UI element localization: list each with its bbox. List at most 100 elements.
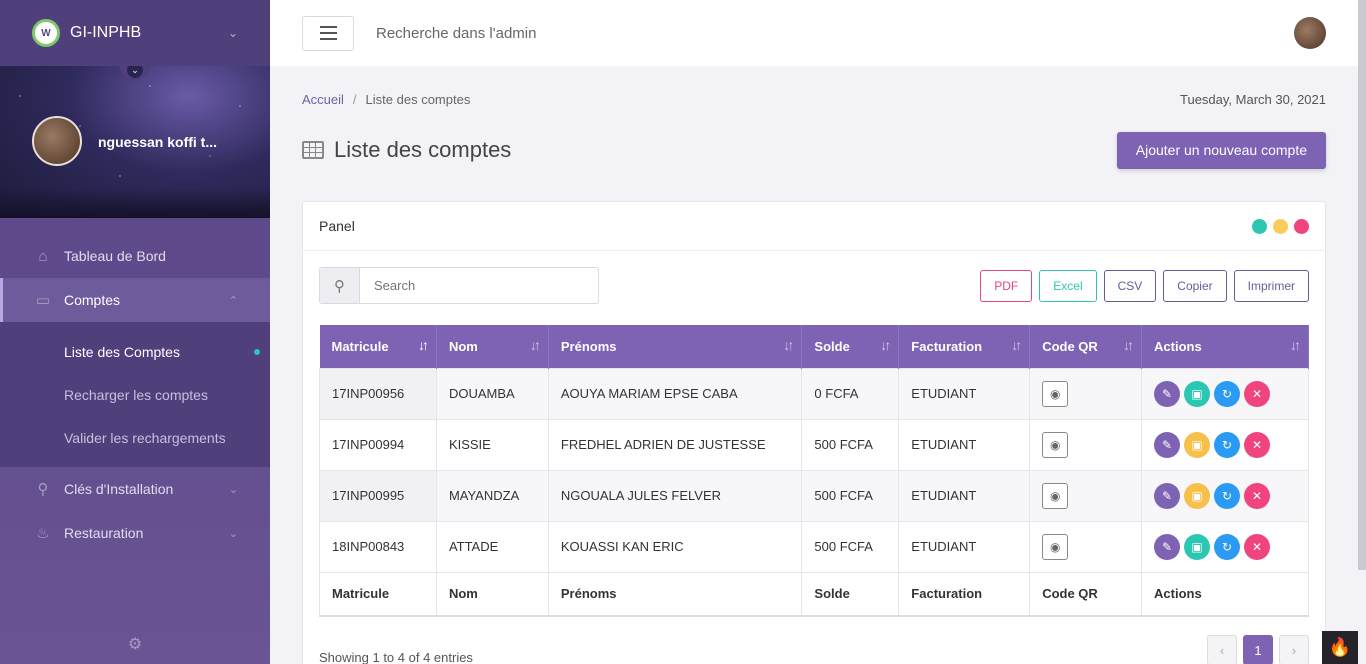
sidebar-item-label: Tableau de Bord (64, 248, 166, 264)
eye-icon[interactable]: ◉ (1042, 533, 1069, 560)
breadcrumb-home-link[interactable]: Accueil (302, 92, 344, 107)
refresh-icon[interactable]: ↻ (1214, 482, 1241, 509)
brand-header[interactable]: W GI-INPHB ⌄ (0, 0, 270, 66)
refresh-icon[interactable]: ↻ (1214, 533, 1241, 560)
panel-dot-teal[interactable] (1252, 218, 1267, 234)
admin-search[interactable]: Recherche dans l'admin (376, 25, 536, 42)
cell-facturation: ETUDIANT (898, 418, 1031, 471)
column-footer: Matricule (319, 571, 437, 617)
delete-icon[interactable]: ✕ (1244, 431, 1271, 458)
eye-icon[interactable]: ◉ (1042, 482, 1069, 509)
delete-icon[interactable]: ✕ (1244, 380, 1271, 407)
sidebar-item-label: Clés d'Installation (64, 481, 174, 497)
column-header[interactable]: Solde ↓↑ (801, 325, 900, 368)
imprimer-export-button[interactable]: Imprimer (1233, 269, 1309, 302)
sidebar-subitem-label: Recharger les comptes (64, 386, 208, 403)
pagination-prev-button[interactable]: ‹ (1207, 635, 1237, 664)
brand-name: GI-INPHB (70, 24, 142, 41)
cell-solde: 500 FCFA (801, 418, 900, 471)
refresh-icon[interactable]: ↻ (1214, 431, 1241, 458)
avatar[interactable] (32, 116, 82, 166)
unlock-icon[interactable]: ▣ (1184, 533, 1211, 560)
pagination-next-button[interactable]: › (1279, 635, 1309, 664)
menu-toggle-button[interactable] (302, 15, 354, 51)
panel-dot-pink[interactable] (1294, 218, 1309, 234)
sidebar-item-label: Restauration (64, 525, 144, 541)
sidebar-subitem-liste-des-comptes[interactable]: Liste des Comptes (0, 330, 270, 373)
pdf-export-button[interactable]: PDF (980, 269, 1033, 302)
cell-matricule: 17INP00956 (319, 367, 437, 420)
search-input[interactable] (360, 268, 598, 303)
profile-name[interactable]: nguessan koffi t... (98, 134, 218, 150)
cell-qr: ◉ (1029, 469, 1143, 522)
cell-matricule: 17INP00994 (319, 418, 437, 471)
column-header-label: Prénoms (560, 338, 617, 354)
lock-icon[interactable]: ▣ (1184, 431, 1211, 458)
sort-icon: ↓↑ (783, 337, 794, 353)
edit-icon[interactable]: ✎ (1154, 380, 1181, 407)
cell-actions: ✎ ▣ ↻ ✕ (1141, 367, 1309, 420)
cell-facturation: ETUDIANT (898, 520, 1031, 573)
user-avatar[interactable] (1294, 17, 1326, 49)
restaurant-icon: ♨ (36, 525, 50, 542)
export-buttons: PDF Excel CSV Copier Imprimer (980, 269, 1309, 302)
fire-icon[interactable]: 🔥 (1322, 631, 1358, 664)
pagination-page-button[interactable]: 1 (1243, 635, 1273, 664)
column-header[interactable]: Facturation ↓↑ (898, 325, 1031, 368)
sidebar-subitem-valider-les-rechargements[interactable]: Valider les rechargements (0, 416, 270, 459)
settings-icon[interactable]: ⚙ (0, 624, 270, 664)
edit-icon[interactable]: ✎ (1154, 533, 1181, 560)
brand-logo-icon: W (32, 19, 60, 47)
refresh-icon[interactable]: ↻ (1214, 380, 1241, 407)
sidebar-menu: ⌂ Tableau de Bord ▭ Comptes ⌃ Liste des … (0, 218, 270, 555)
sort-icon: ↓↑ (1011, 337, 1022, 353)
cell-prenoms: KOUASSI KAN ERIC (547, 520, 803, 573)
column-header[interactable]: Actions ↓↑ (1141, 325, 1309, 368)
hamburger-line (319, 38, 337, 40)
sidebar-item-cles-installation[interactable]: ⚲ Clés d'Installation ⌄ (0, 467, 270, 511)
cell-qr: ◉ (1029, 418, 1143, 471)
cell-nom: MAYANDZA (435, 469, 549, 522)
page-title-row: Liste des comptes Ajouter un nouveau com… (302, 130, 1326, 170)
panel-dot-yellow[interactable] (1273, 218, 1288, 234)
unlock-icon[interactable]: ▣ (1184, 380, 1211, 407)
lock-icon[interactable]: ▣ (1184, 482, 1211, 509)
cell-solde: 500 FCFA (801, 469, 900, 522)
sidebar-item-tableau-de-bord[interactable]: ⌂ Tableau de Bord (0, 234, 270, 278)
search-box: ⚲ (319, 267, 599, 304)
edit-icon[interactable]: ✎ (1154, 431, 1181, 458)
column-footer: Solde (801, 571, 900, 617)
delete-icon[interactable]: ✕ (1244, 482, 1271, 509)
sort-icon: ↓↑ (417, 337, 429, 353)
table-row: 17INP00995 MAYANDZA NGOUALA JULES FELVER 50… (319, 469, 1309, 522)
excel-export-button[interactable]: Excel (1039, 269, 1097, 302)
table-row: 17INP00956 DOUAMBA AOUYA MARIAM EPSE CABA 0… (319, 367, 1309, 420)
sort-icon: ↓↑ (1290, 337, 1301, 353)
column-header[interactable]: Prénoms ↓↑ (548, 325, 803, 368)
cell-prenoms: NGOUALA JULES FELVER (547, 469, 803, 522)
copier-export-button[interactable]: Copier (1163, 269, 1227, 302)
cell-nom: ATTADE (435, 520, 549, 573)
submenu-comptes: Liste des Comptes Recharger les comptes … (0, 322, 270, 467)
page-scrollbar[interactable] (1358, 0, 1366, 570)
sidebar-item-restauration[interactable]: ♨ Restauration ⌄ (0, 511, 270, 555)
entries-info: Showing 1 to 4 of 4 entries (319, 649, 473, 664)
edit-icon[interactable]: ✎ (1154, 482, 1181, 509)
panel-header: Panel (303, 202, 1325, 251)
column-header-label: Solde (814, 338, 850, 354)
sidebar-item-comptes[interactable]: ▭ Comptes ⌃ (0, 278, 270, 322)
sidebar-subitem-recharger-les-comptes[interactable]: Recharger les comptes (0, 373, 270, 416)
column-header[interactable]: Code QR ↓↑ (1029, 325, 1143, 368)
column-footer: Prénoms (547, 571, 803, 617)
column-header[interactable]: Nom ↓↑ (436, 325, 549, 368)
csv-export-button[interactable]: CSV (1103, 269, 1157, 302)
eye-icon[interactable]: ◉ (1042, 380, 1069, 407)
add-account-button[interactable]: Ajouter un nouveau compte (1116, 131, 1326, 169)
eye-icon[interactable]: ◉ (1042, 431, 1069, 458)
cell-prenoms: AOUYA MARIAM EPSE CABA (547, 367, 803, 420)
table-tools: ⚲ PDFExcelCSVCopierImprimer (319, 267, 1309, 304)
chevron-down-icon[interactable]: ⌄ (228, 26, 238, 40)
delete-icon[interactable]: ✕ (1244, 533, 1271, 560)
sidebar-subitem-label: Liste des Comptes (64, 343, 180, 360)
column-header[interactable]: Matricule ↓↑ (319, 325, 437, 368)
